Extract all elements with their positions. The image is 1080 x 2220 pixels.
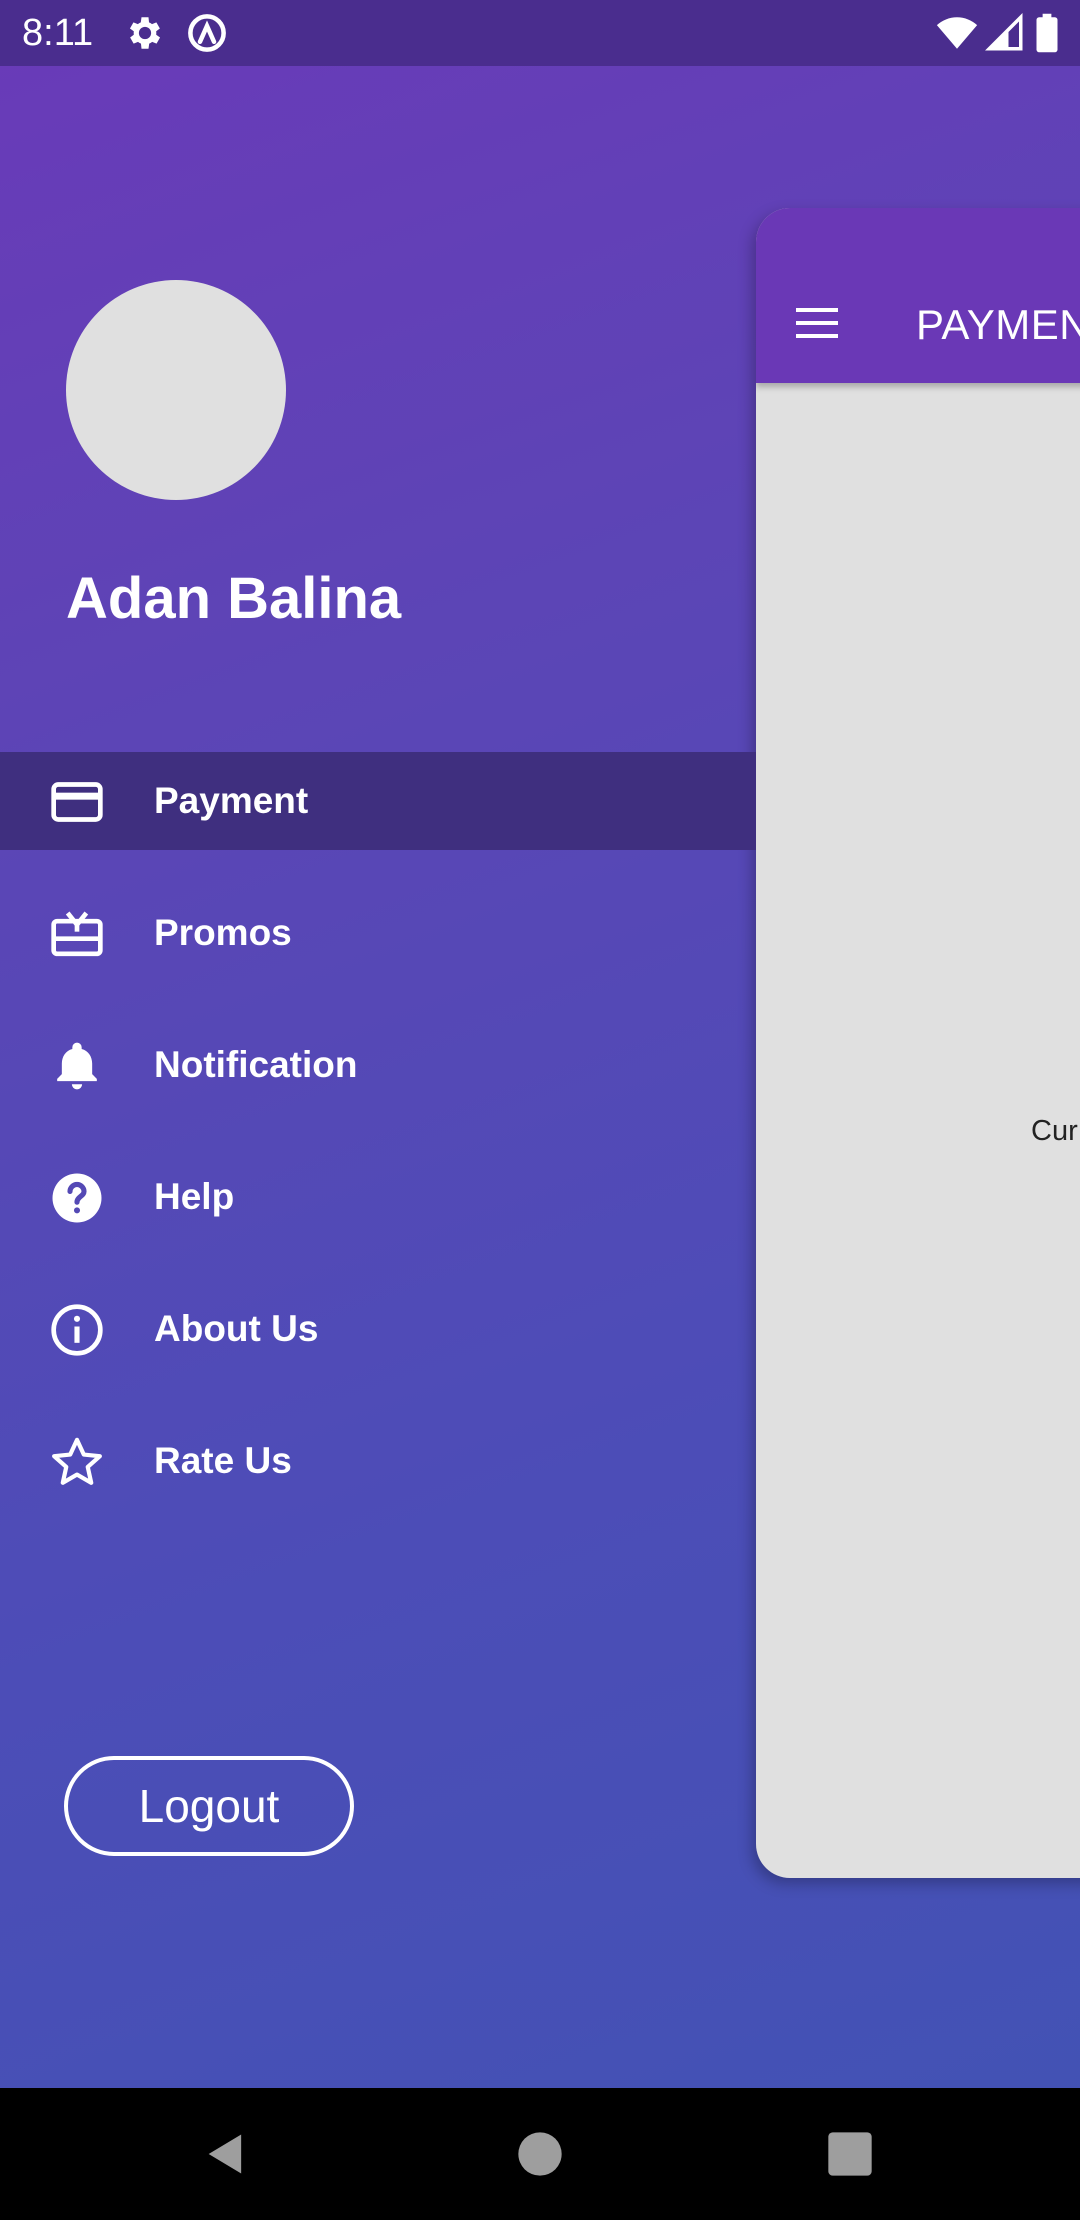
battery-icon bbox=[1036, 13, 1058, 53]
back-icon[interactable] bbox=[200, 2128, 252, 2180]
drawer-item-label: Rate Us bbox=[154, 1440, 292, 1481]
credit-card-icon bbox=[51, 782, 103, 822]
cellular-signal-icon bbox=[985, 13, 1023, 51]
at-sign-icon bbox=[188, 14, 226, 52]
gift-card-icon bbox=[51, 911, 103, 957]
toolbar-title: PAYMEN bbox=[916, 301, 1080, 348]
user-name: Adan Balina bbox=[66, 566, 402, 631]
logout-button[interactable]: Logout bbox=[64, 1756, 354, 1856]
star-icon bbox=[52, 1437, 102, 1485]
wifi-icon bbox=[936, 17, 978, 49]
info-icon bbox=[51, 1304, 103, 1356]
hamburger-menu-icon[interactable] bbox=[796, 308, 838, 338]
help-circle-icon bbox=[52, 1173, 102, 1223]
drawer-item-label: Payment bbox=[154, 780, 309, 821]
drawer-item-label: About Us bbox=[154, 1308, 319, 1349]
drawer-item-notification[interactable]: Notification bbox=[0, 1016, 756, 1114]
drawer-item-rate-us[interactable]: Rate Us bbox=[0, 1412, 756, 1510]
drawer-menu: Payment Promos Notification Help About U… bbox=[0, 752, 756, 1544]
status-time: 8:11 bbox=[22, 12, 94, 54]
drawer-item-about-us[interactable]: About Us bbox=[0, 1280, 756, 1378]
main-toolbar: PAYMEN bbox=[756, 208, 1080, 383]
drawer-item-payment[interactable]: Payment bbox=[0, 752, 756, 850]
system-nav-bar bbox=[0, 2088, 1080, 2220]
drawer-item-help[interactable]: Help bbox=[0, 1148, 756, 1246]
main-content-card: PAYMEN Cur bbox=[756, 208, 1080, 1878]
settings-icon bbox=[129, 17, 161, 49]
drawer-item-label: Notification bbox=[154, 1044, 358, 1085]
drawer-item-label: Help bbox=[154, 1176, 235, 1217]
drawer-item-promos[interactable]: Promos bbox=[0, 884, 756, 982]
drawer-item-label: Promos bbox=[154, 912, 292, 953]
recents-icon[interactable] bbox=[824, 2128, 876, 2180]
status-bar: 8:11 bbox=[0, 0, 1080, 66]
bell-icon bbox=[57, 1042, 97, 1090]
app-screen: 8:11 PAYMEN Cur Adan Balina Payment Prom… bbox=[0, 0, 1080, 2220]
navigation-drawer: Adan Balina Payment Promos Notification … bbox=[0, 66, 756, 2088]
avatar[interactable] bbox=[66, 280, 286, 500]
home-icon[interactable] bbox=[514, 2128, 566, 2180]
main-body-text: Cur bbox=[1031, 1115, 1078, 1147]
